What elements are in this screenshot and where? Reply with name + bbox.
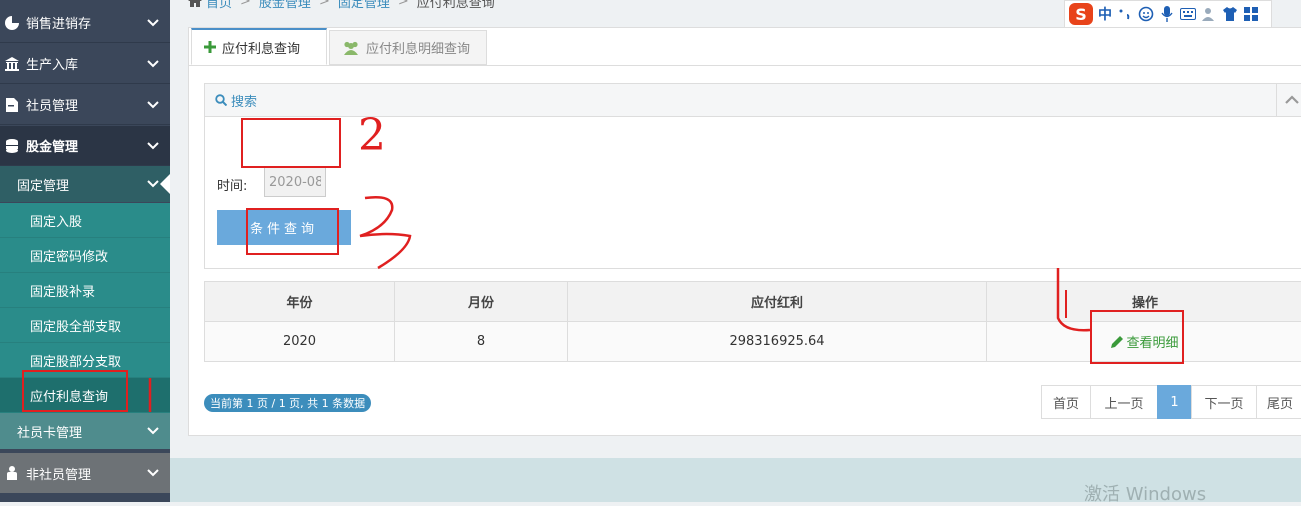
annotation-box-view-detail [1090,310,1184,364]
page-prev-button[interactable]: 上一页 [1090,385,1158,419]
sidebar-bottom-edge [0,493,170,502]
breadcrumb-current: 应付利息查询 [417,0,495,11]
main-panel: 应付利息查询 应付利息明细查询 搜索 时间: 条件查询 年份 月份 应付红利 操… [188,27,1301,436]
breadcrumb: 首页 > 股金管理 > 固定管理 > 应付利息查询 [188,0,495,10]
user-icon [4,465,20,481]
sidebar-item-fixed-supplement[interactable]: 固定股补录 [0,273,170,308]
sidebar-item-label: 固定入股 [30,211,82,230]
sidebar-item-members[interactable]: 社员管理 [0,85,170,125]
annotation-number-2: 2 [358,114,386,158]
keyboard-icon[interactable] [1180,6,1196,22]
time-label: 时间: [217,175,247,194]
column-header-year: 年份 [205,282,395,322]
annotation-box-time-input [241,118,341,168]
cell-year: 2020 [205,322,395,362]
home-icon [188,0,202,7]
document-icon [4,97,20,113]
sidebar-item-label: 固定股部分支取 [30,351,121,370]
chevron-up-icon [1285,93,1299,108]
breadcrumb-separator: > [319,0,330,9]
sidebar-item-label: 社员管理 [26,95,144,114]
ime-toolbar: S 中 [1064,0,1272,28]
pagination: 首页 上一页 1 下一页 尾页 [1042,385,1301,419]
active-pointer-icon [160,174,170,194]
emoji-icon[interactable] [1138,6,1154,22]
database-icon [4,138,20,154]
sidebar-item-sales[interactable]: 销售进销存 [0,3,170,43]
breadcrumb-separator: > [398,0,409,9]
column-header-month: 月份 [395,282,568,322]
page-first-button[interactable]: 首页 [1041,385,1091,419]
collapse-button[interactable] [1276,84,1301,117]
sidebar-item-fixed-deposit[interactable]: 固定入股 [0,203,170,238]
breadcrumb-separator: > [240,0,251,9]
pie-chart-icon [4,15,20,31]
chevron-down-icon [144,464,162,482]
tab-bar: 应付利息查询 应付利息明细查询 [189,28,1301,66]
breadcrumb-home[interactable]: 首页 [206,0,232,11]
sidebar-item-label: 生产入库 [26,54,144,73]
sidebar-item-label: 固定密码修改 [30,246,108,265]
annotation-box-query-button [246,208,339,255]
sidebar-item-non-members[interactable]: 非社员管理 [0,453,170,493]
page-info-badge: 当前第 1 页 / 1 页, 共 1 条数据 [204,394,371,412]
sidebar-item-label: 固定股全部支取 [30,316,121,335]
sidebar-item-share-capital[interactable]: 股金管理 [0,126,170,166]
sidebar-item-fixed-password[interactable]: 固定密码修改 [0,238,170,273]
skin-icon[interactable] [1222,6,1238,22]
sidebar-item-label: 非社员管理 [26,464,144,483]
plus-icon [204,41,216,53]
activate-windows-watermark: 激活 Windows [1084,480,1206,506]
annotation-box-sidebar-interest [22,370,128,412]
search-panel-title: 搜索 [231,91,257,110]
toolbox-icon[interactable] [1243,6,1259,22]
page-last-button[interactable]: 尾页 [1256,385,1301,419]
tab-label: 应付利息明细查询 [366,38,470,57]
search-icon [215,94,227,106]
tab-interest-detail-query[interactable]: 应付利息明细查询 [329,30,487,65]
chevron-down-icon [144,96,162,114]
sidebar: 销售进销存 生产入库 社员管理 股金管理 固定管理 固定入股 固定密码修改 固定… [0,0,170,502]
sidebar-item-label: 股金管理 [26,136,144,155]
breadcrumb-fixed[interactable]: 固定管理 [338,0,390,11]
punctuation-icon[interactable] [1117,6,1133,22]
cell-amount: 298316925.64 [568,322,987,362]
sidebar-item-fixed-full-withdraw[interactable]: 固定股全部支取 [0,308,170,343]
page-current-button[interactable]: 1 [1157,385,1192,419]
sidebar-item-label: 固定股补录 [30,281,95,300]
tab-interest-query[interactable]: 应付利息查询 [191,28,327,65]
sidebar-group-label: 固定管理 [17,175,144,194]
tab-label: 应付利息查询 [222,38,300,57]
sidebar-item-production[interactable]: 生产入库 [0,44,170,84]
breadcrumb-share-capital[interactable]: 股金管理 [259,0,311,11]
microphone-icon[interactable] [1159,6,1175,22]
sogou-logo-icon[interactable]: S [1069,3,1093,25]
sidebar-group-label: 社员卡管理 [17,422,144,441]
user-settings-icon[interactable] [1201,6,1217,22]
chevron-down-icon [144,14,162,32]
chevron-down-icon [144,55,162,73]
bank-icon [4,56,20,72]
chevron-down-icon [144,137,162,155]
cell-month: 8 [395,322,568,362]
chevron-down-icon [144,422,162,440]
sidebar-group-member-card[interactable]: 社员卡管理 [0,413,170,449]
sidebar-group-fixed[interactable]: 固定管理 [0,166,170,202]
users-icon [342,41,360,55]
ime-mode-label[interactable]: 中 [1098,4,1112,24]
sidebar-item-label: 销售进销存 [26,13,144,32]
column-header-dividend: 应付红利 [568,282,987,322]
page-next-button[interactable]: 下一页 [1191,385,1257,419]
time-input[interactable] [264,167,326,197]
